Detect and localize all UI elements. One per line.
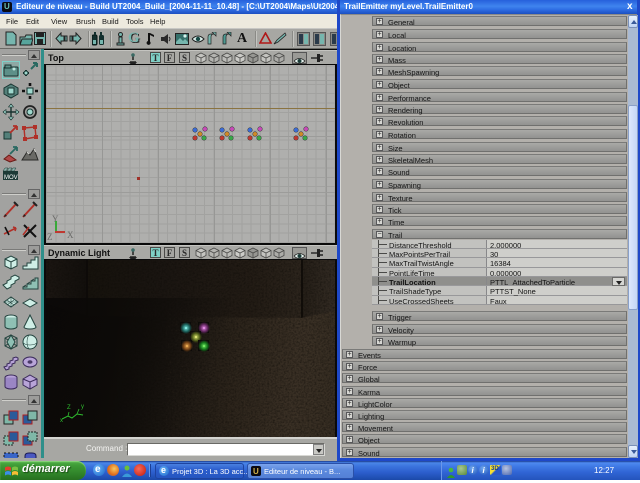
svg-text:MOV: MOV: [4, 175, 18, 181]
svg-text:y: y: [81, 404, 84, 410]
svg-text:Z: Z: [67, 405, 71, 411]
svg-text:x: x: [60, 418, 63, 422]
